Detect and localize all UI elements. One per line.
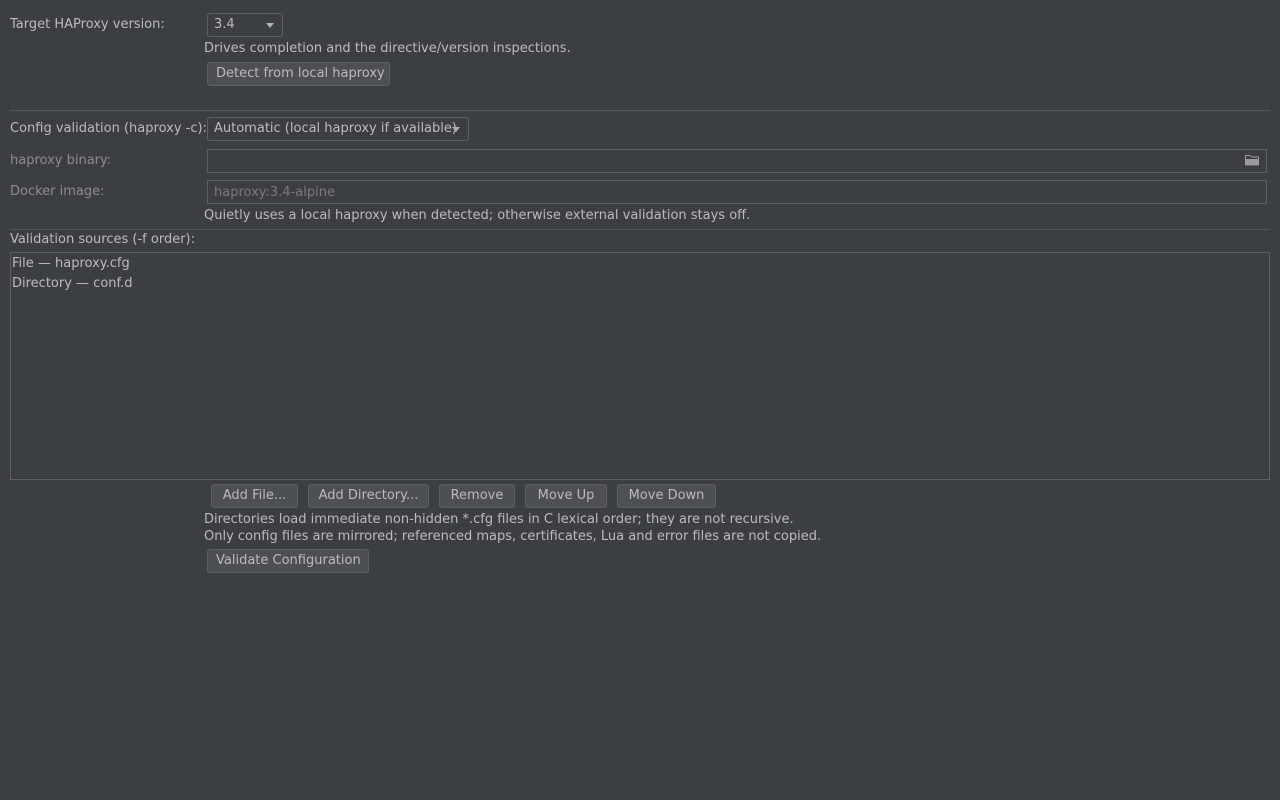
chevron-down-icon	[266, 23, 274, 28]
validation-sources-list[interactable]: File — haproxy.cfg Directory — conf.d	[10, 252, 1270, 480]
docker-image-label: Docker image:	[10, 184, 105, 199]
directories-note: Directories load immediate non-hidden *.…	[204, 512, 794, 527]
target-version-selected: 3.4	[214, 17, 235, 32]
mirroring-note: Only config files are mirrored; referenc…	[204, 529, 822, 544]
target-version-hint: Drives completion and the directive/vers…	[204, 41, 571, 56]
separator	[10, 110, 1270, 111]
remove-button[interactable]: Remove	[439, 484, 515, 508]
move-up-button[interactable]: Move Up	[525, 484, 607, 508]
config-validation-select[interactable]: Automatic (local haproxy if available)	[207, 117, 469, 141]
target-version-select[interactable]: 3.4	[207, 13, 283, 37]
validate-configuration-button[interactable]: Validate Configuration	[207, 549, 369, 573]
folder-icon[interactable]	[1245, 154, 1259, 166]
haproxy-binary-label: haproxy binary:	[10, 153, 112, 168]
validation-sources-label: Validation sources (-f order):	[10, 232, 195, 247]
target-version-label: Target HAProxy version:	[10, 17, 165, 32]
haproxy-binary-input[interactable]	[207, 149, 1267, 173]
add-directory-button[interactable]: Add Directory...	[308, 484, 429, 508]
move-down-button[interactable]: Move Down	[617, 484, 716, 508]
haproxy-binary-field-wrapper	[207, 149, 1267, 173]
config-validation-selected: Automatic (local haproxy if available)	[214, 121, 457, 136]
chevron-down-icon	[452, 127, 460, 132]
detect-from-local-button[interactable]: Detect from local haproxy	[207, 62, 390, 86]
list-item[interactable]: File — haproxy.cfg	[11, 254, 1269, 274]
docker-image-input[interactable]	[207, 180, 1267, 204]
validation-hint: Quietly uses a local haproxy when detect…	[204, 208, 751, 223]
add-file-button[interactable]: Add File...	[211, 484, 298, 508]
config-validation-label: Config validation (haproxy -c):	[10, 121, 207, 136]
separator	[10, 229, 1270, 230]
list-item[interactable]: Directory — conf.d	[11, 274, 1269, 294]
